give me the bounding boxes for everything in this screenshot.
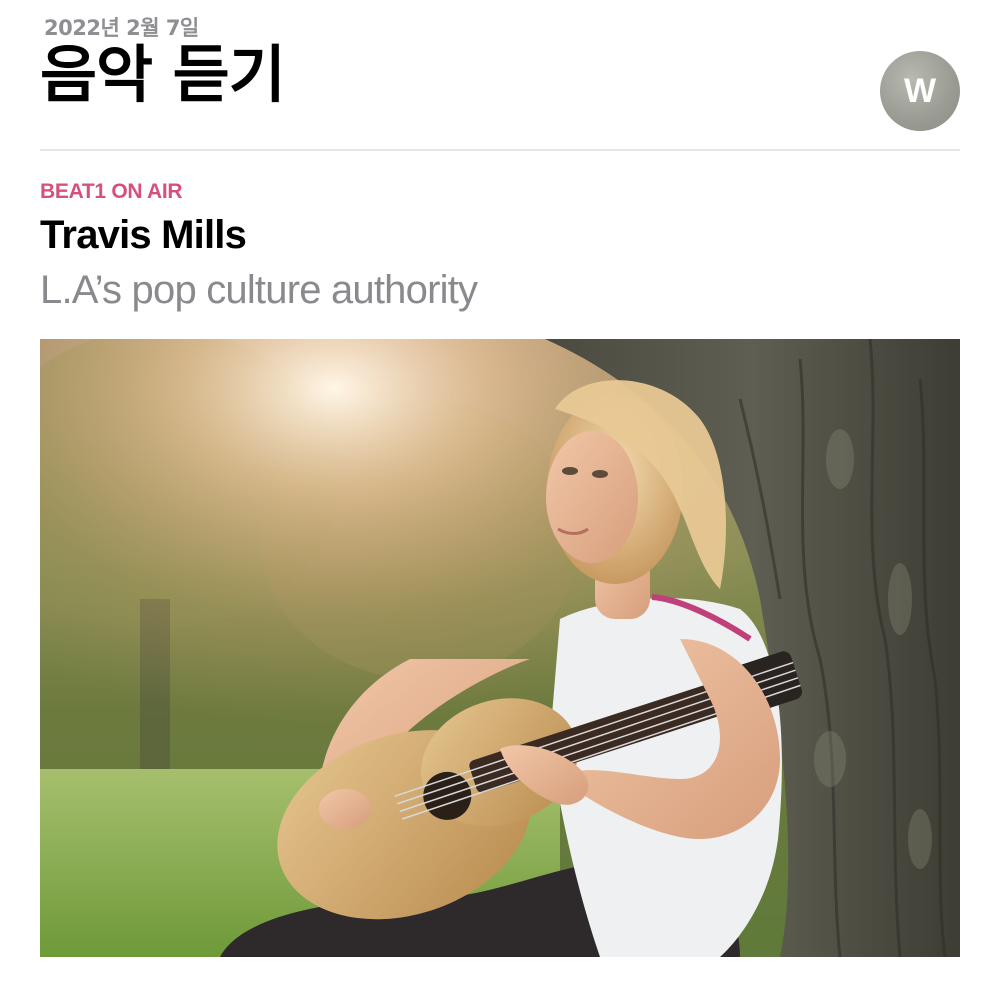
woman-with-guitar-photo <box>40 339 960 957</box>
featured-image[interactable] <box>40 339 960 957</box>
card-kicker: BEAT1 ON AIR <box>40 180 183 203</box>
today-page: 2022년 2월 7일 음악 듣기 W BEAT1 ON AIR Travis … <box>40 0 960 1000</box>
header-divider <box>40 149 960 151</box>
card-subtitle: L.A’s pop culture authority <box>40 268 478 312</box>
account-avatar-button[interactable]: W <box>880 51 960 131</box>
card-title[interactable]: Travis Mills <box>40 213 247 258</box>
avatar-letter: W <box>903 71 937 110</box>
page-title: 음악 듣기 <box>40 38 286 111</box>
